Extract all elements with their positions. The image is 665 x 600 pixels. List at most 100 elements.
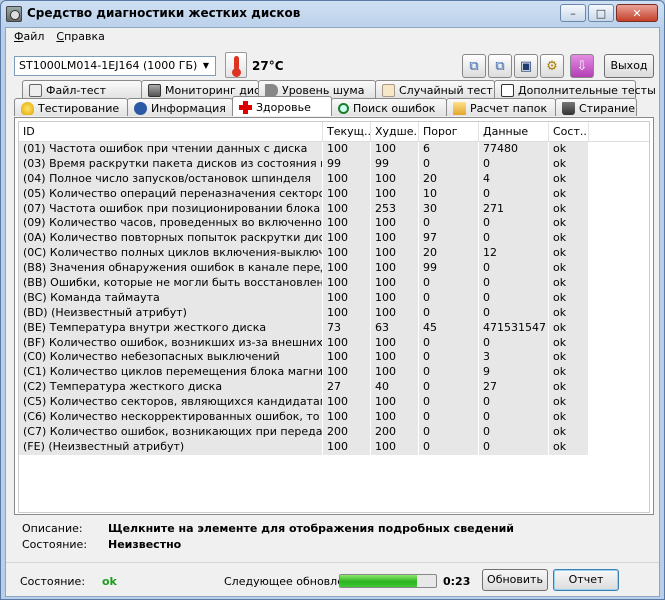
cell-state: ok	[549, 380, 589, 396]
close-icon[interactable]: ✕	[616, 4, 658, 22]
cell-state: ok	[549, 439, 589, 455]
cell-threshold: 0	[419, 276, 479, 291]
thermometer-icon	[225, 52, 247, 78]
tab-error-search[interactable]: Поиск ошибок	[331, 98, 447, 116]
cell-worst: 100	[371, 439, 419, 455]
table-row[interactable]: (0C) Количество полных циклов включения-…	[19, 246, 649, 262]
cell-state: ok	[549, 216, 589, 232]
menu-bar: Файл Справка	[6, 28, 659, 46]
cell-threshold: 30	[419, 201, 479, 217]
cell-state: ok	[549, 410, 589, 425]
table-row[interactable]: (07) Частота ошибок при позиционировании…	[19, 201, 649, 217]
table-row[interactable]: (C1) Количество циклов перемещения блока…	[19, 365, 649, 381]
update-progress-bar	[339, 574, 437, 588]
table-row[interactable]: (05) Количество операций переназначения …	[19, 186, 649, 202]
menu-help[interactable]: Справка	[50, 28, 110, 46]
temperature-value: 27°C	[252, 59, 284, 73]
tab-health[interactable]: Здоровье	[232, 96, 332, 116]
tab-testing[interactable]: Тестирование	[14, 98, 128, 116]
menu-file[interactable]: Файл	[8, 28, 50, 46]
table-header: ID Текущ... Худше... Порог Данные Сост..…	[19, 122, 649, 142]
cell-current: 100	[323, 142, 371, 157]
cell-worst: 99	[371, 156, 419, 172]
cell-worst: 100	[371, 186, 419, 202]
cell-state: ok	[549, 395, 589, 411]
drive-select[interactable]: ST1000LM014-1EJ164 (1000 ГБ) ▼	[14, 56, 216, 76]
cell-data: 0	[479, 276, 549, 291]
cell-current: 100	[323, 216, 371, 232]
column-header-data[interactable]: Данные	[479, 122, 549, 141]
exit-button[interactable]: Выход	[604, 54, 654, 78]
cell-id: (09) Количество часов, проведенных во вк…	[19, 216, 323, 232]
tab-wipe[interactable]: Стирание	[555, 98, 637, 116]
column-header-threshold[interactable]: Порог	[419, 122, 479, 141]
download-icon[interactable]: ⇩	[570, 54, 594, 78]
folder-icon	[453, 102, 466, 115]
column-header-id[interactable]: ID	[19, 122, 323, 141]
minimize-icon[interactable]: –	[560, 4, 586, 22]
cell-current: 100	[323, 365, 371, 381]
tab-file-test[interactable]: Файл-тест	[22, 80, 142, 98]
status-bar: Состояние: ok Следующее обновление: 0:23…	[6, 562, 659, 598]
cell-current: 100	[323, 350, 371, 366]
tab-random-test[interactable]: Случайный тест	[375, 80, 495, 98]
cell-current: 100	[323, 290, 371, 306]
tab-folder-calc[interactable]: Расчет папок	[446, 98, 556, 116]
smart-table[interactable]: ID Текущ... Худше... Порог Данные Сост..…	[18, 121, 650, 513]
table-row[interactable]: (09) Количество часов, проведенных во вк…	[19, 216, 649, 232]
cell-state: ok	[549, 335, 589, 351]
tab-extra-tests[interactable]: Дополнительные тесты	[494, 80, 656, 98]
title-bar[interactable]: Средство диагностики жестких дисков – □ …	[1, 1, 664, 27]
table-row[interactable]: (C7) Количество ошибок, возникающих при …	[19, 424, 649, 440]
table-row[interactable]: (BF) Количество ошибок, возникших из-за …	[19, 335, 649, 351]
cell-threshold: 0	[419, 424, 479, 440]
cell-current: 100	[323, 171, 371, 187]
cell-threshold: 20	[419, 246, 479, 262]
cell-state: ok	[549, 276, 589, 291]
cell-state: ok	[549, 171, 589, 187]
table-row[interactable]: (01) Частота ошибок при чтении данных с …	[19, 142, 649, 157]
cell-threshold: 45	[419, 320, 479, 336]
cell-state: ok	[549, 231, 589, 247]
copy-icon[interactable]: ⧉	[462, 54, 486, 78]
cell-data: 0	[479, 395, 549, 411]
table-row[interactable]: (C0) Количество небезопасных выключений 1…	[19, 350, 649, 366]
health-cross-icon	[239, 101, 252, 114]
cell-id: (BD) (Неизвестный атрибут)	[19, 305, 323, 321]
paste-icon[interactable]: ⧉	[488, 54, 512, 78]
column-header-current[interactable]: Текущ...	[323, 122, 371, 141]
cell-threshold: 99	[419, 261, 479, 277]
column-header-state[interactable]: Сост...	[549, 122, 589, 141]
maximize-icon[interactable]: □	[588, 4, 614, 22]
table-row[interactable]: (C2) Температура жесткого диска 27 40 0 27 ok	[19, 380, 649, 396]
cell-data: 0	[479, 261, 549, 277]
table-row[interactable]: (BD) (Неизвестный атрибут) 100 100 0 0 ok	[19, 305, 649, 321]
cell-data: 27	[479, 380, 549, 396]
table-row[interactable]: (BB) Ошибки, которые не могли быть восст…	[19, 276, 649, 291]
disk-app-icon	[6, 6, 22, 22]
report-button[interactable]: Отчет	[553, 569, 619, 591]
cell-current: 100	[323, 186, 371, 202]
table-row[interactable]: (04) Полное число запусков/остановок шпи…	[19, 171, 649, 187]
cell-threshold: 0	[419, 156, 479, 172]
random-icon	[382, 84, 395, 97]
table-row[interactable]: (B8) Значения обнаружения ошибок в канал…	[19, 261, 649, 277]
column-header-worst[interactable]: Худше...	[371, 122, 419, 141]
table-row[interactable]: (0A) Количество повторных попыток раскру…	[19, 231, 649, 247]
table-row[interactable]: (FE) (Неизвестный атрибут) 100 100 0 0 ok	[19, 439, 649, 455]
table-row[interactable]: (C5) Количество секторов, являющихся кан…	[19, 395, 649, 411]
chevron-down-icon[interactable]: ▼	[199, 59, 213, 73]
table-row[interactable]: (BC) Команда таймаута 100 100 0 0 ok	[19, 290, 649, 306]
drive-select-value: ST1000LM014-1EJ164 (1000 ГБ)	[19, 59, 198, 72]
cell-threshold: 0	[419, 380, 479, 396]
table-row[interactable]: (C6) Количество нескорректированных ошиб…	[19, 410, 649, 425]
refresh-button[interactable]: Обновить	[482, 569, 548, 591]
save-icon[interactable]: ▣	[514, 54, 538, 78]
tab-information[interactable]: Информация	[127, 98, 233, 116]
trash-icon	[562, 102, 575, 115]
settings-icon[interactable]: ⚙	[540, 54, 564, 78]
cell-threshold: 10	[419, 186, 479, 202]
window-controls: – □ ✕	[560, 4, 658, 22]
table-row[interactable]: (03) Время раскрутки пакета дисков из со…	[19, 156, 649, 172]
table-row[interactable]: (BE) Температура внутри жесткого диска 73…	[19, 320, 649, 336]
